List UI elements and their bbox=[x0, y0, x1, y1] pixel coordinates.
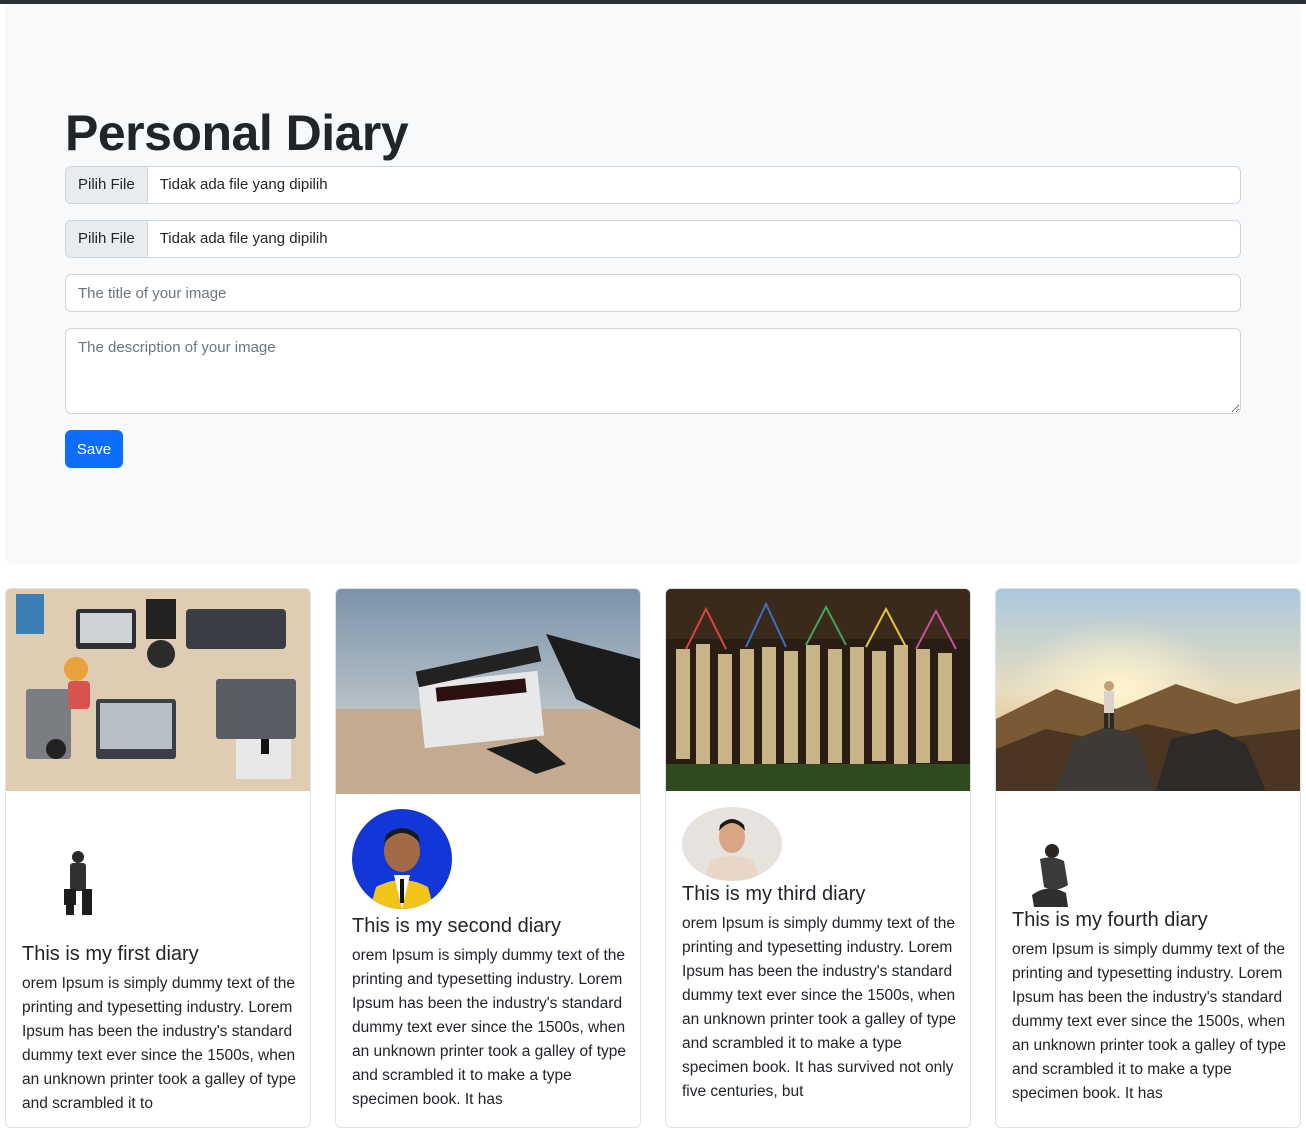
save-button[interactable]: Save bbox=[65, 430, 123, 468]
card-title: This is my first diary bbox=[22, 943, 199, 965]
file-status-text: Tidak ada file yang dipilih bbox=[159, 230, 328, 247]
diary-card: This is my third diary orem Ipsum is sim… bbox=[665, 588, 971, 1128]
file-status-text: Tidak ada file yang dipilih bbox=[159, 176, 328, 193]
young-man-portrait-avatar bbox=[682, 807, 782, 881]
sitting-man-avatar bbox=[1012, 835, 1112, 909]
image-description-input[interactable] bbox=[65, 328, 1241, 414]
card-text: orem Ipsum is simply dummy text of the p… bbox=[22, 975, 297, 1112]
diary-card: This is my first diary orem Ipsum is sim… bbox=[5, 588, 311, 1128]
image-title-input[interactable] bbox=[65, 274, 1241, 312]
page-title: Personal Diary bbox=[65, 105, 409, 161]
mountain-sunrise-image bbox=[996, 589, 1300, 791]
diary-card: This is my second diary orem Ipsum is si… bbox=[335, 588, 641, 1128]
diary-card: This is my fourth diary orem Ipsum is si… bbox=[995, 588, 1301, 1128]
card-text: orem Ipsum is simply dummy text of the p… bbox=[682, 915, 957, 1100]
clapperboard-image bbox=[336, 589, 640, 794]
standing-man-avatar bbox=[22, 821, 122, 921]
card-title: This is my fourth diary bbox=[1012, 909, 1208, 931]
graduate-portrait-avatar bbox=[352, 809, 452, 909]
card-text: orem Ipsum is simply dummy text of the p… bbox=[1012, 941, 1287, 1102]
image-file-input[interactable]: Pilih File Tidak ada file yang dipilih bbox=[65, 166, 1241, 204]
avatar-file-input[interactable]: Pilih File Tidak ada file yang dipilih bbox=[65, 220, 1241, 258]
bamboo-sticks-image bbox=[666, 589, 970, 791]
card-text: orem Ipsum is simply dummy text of the p… bbox=[352, 947, 627, 1108]
office-desk-image bbox=[6, 589, 310, 791]
card-title: This is my second diary bbox=[352, 915, 561, 937]
upload-form-panel: Personal Diary Pilih File Tidak ada file… bbox=[5, 4, 1301, 564]
choose-file-button[interactable]: Pilih File bbox=[66, 221, 148, 257]
card-title: This is my third diary bbox=[682, 883, 866, 905]
choose-file-button[interactable]: Pilih File bbox=[66, 167, 148, 203]
